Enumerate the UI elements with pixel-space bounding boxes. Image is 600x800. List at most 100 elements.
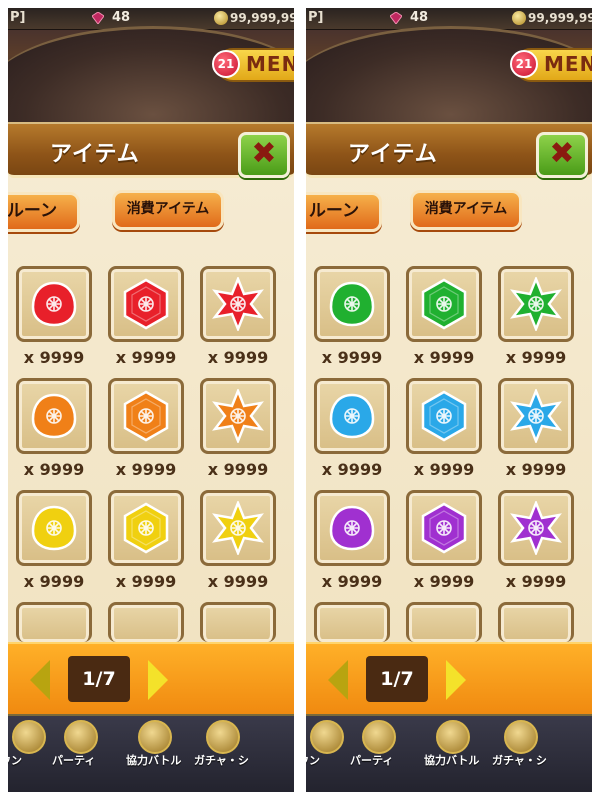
nav-item-label[interactable]: パーティ bbox=[350, 752, 393, 768]
arrow-left-icon[interactable] bbox=[30, 660, 50, 700]
collage: P] 48 99,999,999 MENU 21 アイテム ✖ ルーン 消費アイ… bbox=[0, 0, 600, 800]
item-slot[interactable] bbox=[314, 490, 390, 566]
coin-count: 99,999,999 bbox=[230, 11, 294, 25]
tab-runes[interactable]: ルーン bbox=[306, 192, 382, 232]
tab-consumable-items[interactable]: 消費アイテム bbox=[410, 190, 522, 230]
tab-runes[interactable]: ルーン bbox=[8, 192, 80, 232]
item-slot[interactable] bbox=[498, 490, 574, 566]
nav-emblem-icon bbox=[504, 720, 538, 754]
item-quantity: x 9999 bbox=[505, 460, 567, 479]
nav-emblem-icon bbox=[310, 720, 344, 754]
item-slot-partial bbox=[200, 602, 276, 642]
pager-bar: 1/7 bbox=[306, 642, 592, 714]
item-slot[interactable] bbox=[406, 378, 482, 454]
nav-emblem-icon bbox=[64, 720, 98, 754]
rune-icon bbox=[421, 390, 467, 442]
nav-item-label[interactable]: 協力バトル bbox=[126, 752, 181, 768]
menu-label: MENU bbox=[544, 52, 592, 76]
item-slot[interactable] bbox=[16, 378, 92, 454]
item-dialog: アイテム ✖ ルーン 消費アイテム x 9999 x 9999 x 9999 x 99… bbox=[306, 122, 592, 642]
item-quantity: x 9999 bbox=[207, 460, 269, 479]
pager-bar: 1/7 bbox=[8, 642, 294, 714]
rune-icon bbox=[329, 505, 375, 551]
nav-item-label[interactable]: ウン bbox=[306, 752, 320, 768]
item-dialog: アイテム ✖ ルーン 消費アイテム x 9999 x 9999 x 9999 x 99… bbox=[8, 122, 294, 642]
rune-icon bbox=[123, 502, 169, 554]
item-slot-partial bbox=[406, 602, 482, 642]
nav-emblem-icon bbox=[206, 720, 240, 754]
dialog-title: アイテム bbox=[348, 142, 438, 167]
nav-emblem-icon bbox=[12, 720, 46, 754]
rune-icon bbox=[329, 281, 375, 327]
item-slot[interactable] bbox=[406, 266, 482, 342]
gem-count: 48 bbox=[410, 10, 429, 25]
item-quantity: x 9999 bbox=[413, 460, 475, 479]
menu-label: MENU bbox=[246, 52, 294, 76]
item-quantity: x 9999 bbox=[115, 348, 177, 367]
item-quantity: x 9999 bbox=[207, 348, 269, 367]
close-icon: ✖ bbox=[549, 136, 575, 171]
item-slot[interactable] bbox=[16, 266, 92, 342]
item-slot[interactable] bbox=[498, 378, 574, 454]
arrow-left-icon[interactable] bbox=[328, 660, 348, 700]
close-button[interactable]: ✖ bbox=[536, 132, 588, 178]
rune-icon bbox=[31, 281, 77, 327]
nav-emblem-icon bbox=[362, 720, 396, 754]
screenshot-panel-left: P] 48 99,999,999 MENU 21 アイテム ✖ ルーン 消費アイ… bbox=[8, 8, 294, 792]
rune-icon bbox=[212, 277, 264, 331]
dialog-header: アイテム ✖ bbox=[306, 124, 592, 178]
item-slot[interactable] bbox=[314, 378, 390, 454]
rune-icon bbox=[421, 278, 467, 330]
item-slot[interactable] bbox=[108, 378, 184, 454]
rune-icon bbox=[31, 505, 77, 551]
rune-icon bbox=[212, 501, 264, 555]
item-slot[interactable] bbox=[108, 266, 184, 342]
status-left-text: P] bbox=[10, 10, 26, 25]
status-left-text: P] bbox=[308, 10, 324, 25]
item-slot-partial bbox=[498, 602, 574, 642]
page-indicator: 1/7 bbox=[68, 656, 130, 702]
dialog-header: アイテム ✖ bbox=[8, 124, 294, 178]
nav-item-label[interactable]: パーティ bbox=[52, 752, 95, 768]
item-slot[interactable] bbox=[200, 266, 276, 342]
panel-content: P] 48 99,999,999 MENU 21 アイテム ✖ ルーン 消費アイ… bbox=[8, 8, 294, 792]
nav-item-label[interactable]: 協力バトル bbox=[424, 752, 479, 768]
tab-consumable-items[interactable]: 消費アイテム bbox=[112, 190, 224, 230]
item-slot[interactable] bbox=[200, 490, 276, 566]
gem-count: 48 bbox=[112, 10, 131, 25]
nav-item-label[interactable]: ウン bbox=[8, 752, 22, 768]
item-slot[interactable] bbox=[200, 378, 276, 454]
nav-item-label[interactable]: ガチャ・シ bbox=[492, 752, 547, 768]
rune-icon bbox=[123, 278, 169, 330]
gem-icon bbox=[390, 12, 402, 24]
coin-icon bbox=[214, 11, 228, 25]
bottom-navigation: ウン パーティ 協力バトルガチャ・シ bbox=[306, 714, 592, 792]
item-slot-partial bbox=[314, 602, 390, 642]
item-quantity: x 9999 bbox=[207, 572, 269, 591]
nav-item-label[interactable]: ガチャ・シ bbox=[194, 752, 249, 768]
item-slot[interactable] bbox=[314, 266, 390, 342]
close-button[interactable]: ✖ bbox=[238, 132, 290, 178]
rune-icon bbox=[421, 502, 467, 554]
rune-icon bbox=[31, 393, 77, 439]
item-slot[interactable] bbox=[406, 490, 482, 566]
item-slot[interactable] bbox=[108, 490, 184, 566]
rune-icon bbox=[329, 393, 375, 439]
item-quantity: x 9999 bbox=[321, 460, 383, 479]
item-quantity: x 9999 bbox=[321, 572, 383, 591]
item-slot[interactable] bbox=[498, 266, 574, 342]
item-quantity: x 9999 bbox=[115, 572, 177, 591]
rune-icon bbox=[510, 277, 562, 331]
item-quantity: x 9999 bbox=[413, 572, 475, 591]
rune-icon bbox=[510, 389, 562, 443]
item-slot[interactable] bbox=[16, 490, 92, 566]
item-slot-partial bbox=[108, 602, 184, 642]
arrow-right-icon[interactable] bbox=[446, 660, 466, 700]
arrow-right-icon[interactable] bbox=[148, 660, 168, 700]
rune-icon bbox=[212, 389, 264, 443]
page-indicator: 1/7 bbox=[366, 656, 428, 702]
rune-icon bbox=[123, 390, 169, 442]
gem-icon bbox=[92, 12, 104, 24]
item-quantity: x 9999 bbox=[413, 348, 475, 367]
item-quantity: x 9999 bbox=[23, 348, 85, 367]
